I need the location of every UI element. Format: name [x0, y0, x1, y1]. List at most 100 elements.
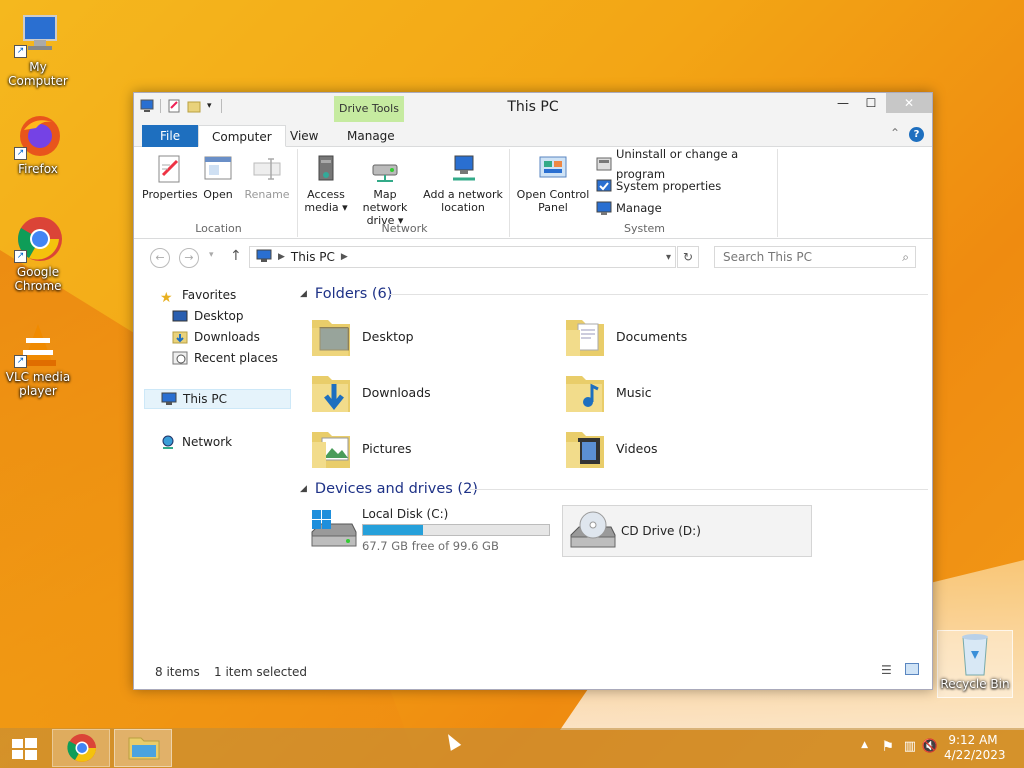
maximize-button[interactable]: ☐ — [856, 93, 886, 113]
map-network-drive-button[interactable]: Map network drive ▾ — [350, 153, 420, 227]
nav-recent-places[interactable]: Recent places — [172, 348, 278, 368]
manage-button[interactable]: Manage — [596, 198, 662, 218]
hard-drive-icon — [308, 508, 358, 552]
drive-c-usage-bar — [362, 524, 550, 536]
show-hidden-icons-icon[interactable]: ▲ — [861, 740, 868, 750]
action-center-flag-icon[interactable]: ⚑ — [881, 739, 894, 755]
folder-label: Documents — [616, 328, 688, 344]
tab-computer[interactable]: Computer — [198, 125, 286, 147]
chrome-icon: ↗ — [14, 215, 62, 263]
system-properties-button[interactable]: System properties — [596, 176, 721, 196]
open-icon — [202, 153, 234, 185]
clock-time: 9:12 AM — [948, 733, 998, 747]
desktop-icon-vlc[interactable]: ↗ VLC media player — [0, 320, 76, 398]
drive-c-label: Local Disk (C:) — [362, 507, 449, 521]
back-button[interactable]: ← — [150, 248, 170, 268]
desktop-icon-my-computer[interactable]: ↗ My Computer — [0, 10, 76, 88]
desktop-icon-firefox[interactable]: ↗ Firefox — [0, 112, 76, 176]
minimize-ribbon-icon[interactable]: ⌃ — [890, 126, 900, 140]
title-bar[interactable]: ▾ Drive Tools This PC — ☐ ✕ — [134, 93, 932, 123]
open-label: Open — [203, 188, 233, 201]
desktop-icon-recycle-bin[interactable]: Recycle Bin — [937, 630, 1013, 698]
nav-desktop[interactable]: Desktop — [172, 306, 244, 326]
nav-downloads-label: Downloads — [194, 330, 260, 344]
videos-folder-icon — [564, 426, 606, 470]
close-button[interactable]: ✕ — [886, 93, 932, 113]
access-media-button[interactable]: Access media ▾ — [304, 153, 348, 214]
folder-downloads[interactable]: Downloads — [310, 367, 550, 417]
desktop-icon-label: Google Chrome — [14, 265, 62, 293]
tab-manage[interactable]: Manage — [334, 125, 408, 147]
address-box[interactable]: ▶ This PC ▶ ▾ — [249, 246, 676, 268]
minimize-button[interactable]: — — [828, 93, 858, 113]
volume-muted-icon[interactable]: 🔇 — [922, 739, 938, 754]
network-status-icon[interactable]: ▥ — [904, 739, 916, 754]
open-control-panel-button[interactable]: Open Control Panel — [514, 153, 592, 214]
desktop-icon-label: My Computer — [8, 60, 68, 88]
drive-d-label: CD Drive (D:) — [621, 524, 701, 538]
vlc-icon: ↗ — [14, 320, 62, 368]
nav-network[interactable]: Network — [160, 432, 232, 452]
address-dropdown-icon[interactable]: ▾ — [666, 252, 671, 263]
downloads-small-icon — [172, 330, 188, 344]
folder-pictures[interactable]: Pictures — [310, 423, 550, 473]
group-label-network: Network — [381, 222, 428, 235]
open-control-panel-label: Open Control Panel — [516, 188, 590, 214]
address-bar-row: ← → ▾ ↑ ▶ This PC ▶ ▾ ↻ Search This PC ⌕ — [134, 245, 932, 271]
properties-icon — [153, 153, 185, 185]
forward-button[interactable]: → — [179, 248, 199, 268]
large-icons-view-icon[interactable] — [905, 663, 919, 675]
folder-videos[interactable]: Videos — [564, 423, 804, 473]
drives-header-label: Devices and drives (2) — [314, 481, 478, 497]
folder-label: Desktop — [362, 328, 414, 344]
star-icon: ★ — [160, 290, 173, 306]
folder-desktop[interactable]: Desktop — [310, 311, 550, 361]
computer-icon: ↗ — [14, 10, 62, 58]
breadcrumb-this-pc[interactable]: This PC — [291, 250, 335, 264]
window-title: This PC — [507, 99, 559, 115]
help-icon[interactable]: ? — [909, 127, 924, 142]
ribbon-tabs: File Computer View Manage ⌃ ? — [134, 123, 932, 147]
rename-label: Rename — [244, 188, 290, 201]
rename-button[interactable]: Rename — [242, 153, 292, 201]
taskbar-file-explorer[interactable] — [114, 729, 172, 767]
ribbon-group-network: Access media ▾ Map network drive ▾ Add a… — [300, 149, 510, 237]
add-network-location-button[interactable]: Add a network location — [422, 153, 504, 214]
file-explorer-icon — [128, 737, 160, 760]
taskbar-chrome[interactable] — [52, 729, 110, 767]
shortcut-arrow-icon: ↗ — [14, 250, 27, 263]
nav-this-pc[interactable]: This PC — [144, 389, 291, 409]
nav-downloads[interactable]: Downloads — [172, 327, 260, 347]
search-input[interactable]: Search This PC ⌕ — [714, 246, 916, 268]
drives-section-header[interactable]: ◢ Devices and drives (2) — [300, 478, 928, 500]
folders-section-header[interactable]: ◢ Folders (6) — [300, 283, 928, 305]
tab-file[interactable]: File — [142, 125, 199, 147]
folder-music[interactable]: Music — [564, 367, 804, 417]
taskbar: ▲ ⚑ ▥ 🔇 9:12 AM 4/22/2023 — [0, 728, 1024, 768]
details-view-icon[interactable]: ☰ — [881, 663, 892, 677]
up-button[interactable]: ↑ — [230, 248, 242, 264]
recent-locations-icon[interactable]: ▾ — [209, 250, 214, 260]
status-item-count: 8 items — [155, 665, 200, 679]
folder-documents[interactable]: Documents — [564, 311, 804, 361]
drive-d[interactable]: CD Drive (D:) — [562, 505, 812, 557]
breadcrumb-chevron-icon[interactable]: ▶ — [341, 252, 348, 262]
collapse-icon: ◢ — [300, 484, 307, 494]
tab-view[interactable]: View — [277, 125, 331, 147]
properties-button[interactable]: Properties — [142, 153, 198, 201]
shortcut-arrow-icon: ↗ — [14, 355, 27, 368]
refresh-button[interactable]: ↻ — [677, 246, 699, 268]
desktop-icon-label: Firefox — [18, 162, 58, 176]
cd-drive-icon — [567, 509, 617, 553]
open-button[interactable]: Open — [202, 153, 234, 201]
clock[interactable]: 9:12 AM 4/22/2023 — [944, 733, 1006, 763]
uninstall-program-button[interactable]: Uninstall or change a program — [596, 147, 777, 181]
start-button[interactable] — [2, 729, 46, 767]
drive-c[interactable]: Local Disk (C:) 67.7 GB free of 99.6 GB — [308, 504, 554, 556]
breadcrumb-chevron-icon[interactable]: ▶ — [278, 252, 285, 262]
network-small-icon — [160, 435, 176, 449]
desktop-icon-label: VLC media player — [5, 370, 71, 398]
desktop-icon-chrome[interactable]: ↗ Google Chrome — [0, 215, 76, 293]
documents-folder-icon — [564, 314, 606, 358]
nav-favorites[interactable]: ★ Favorites — [160, 285, 236, 306]
